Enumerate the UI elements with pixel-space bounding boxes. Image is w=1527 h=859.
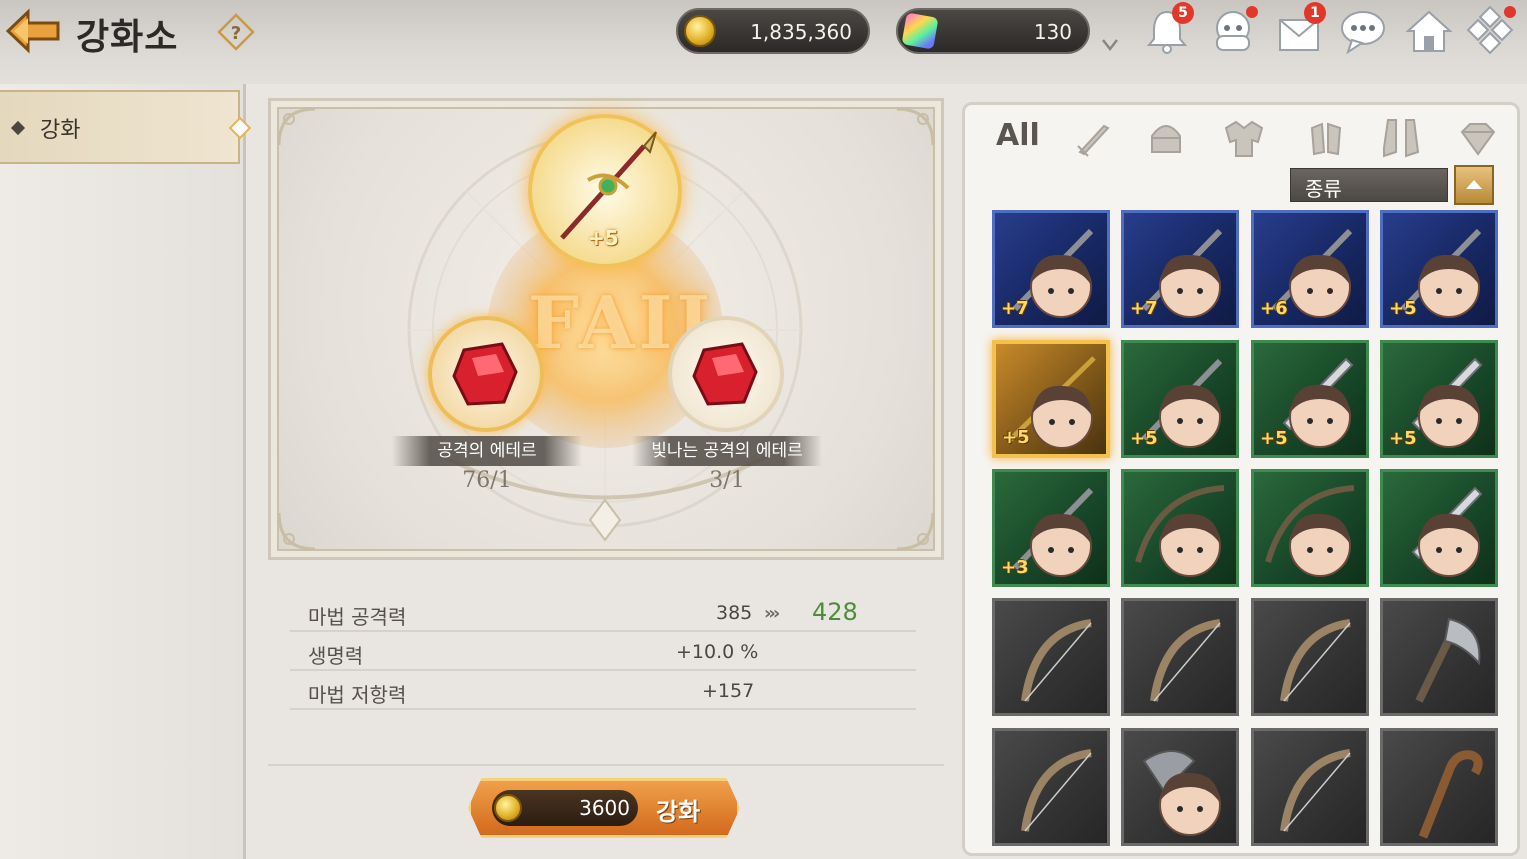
bow-icon [1021,619,1092,702]
inventory-item[interactable] [1251,598,1369,716]
red-gem-icon [452,342,518,406]
red-gem-icon [692,342,758,406]
divider [268,764,944,766]
inventory-item[interactable]: +7 [992,210,1110,328]
material-name: 빛나는 공격의 에테르 [632,436,822,466]
bow-icon [1150,619,1221,702]
item-level: +6 [1260,298,1288,319]
stat-current-value: 385 [716,602,753,624]
inventory-item[interactable] [992,728,1110,846]
inventory-item[interactable] [1121,728,1239,846]
sort-order-button[interactable] [1454,165,1494,205]
helmet-icon[interactable] [1140,116,1192,160]
item-level: +5 [1389,428,1417,449]
axe-hero-portrait-icon [1142,750,1221,836]
stat-current-value: +157 [702,680,755,702]
item-level: +7 [1130,298,1158,319]
bow-icon [1280,619,1351,702]
stat-current-value: +10.0 % [676,641,759,663]
item-level: +7 [1001,298,1029,319]
boots-icon[interactable] [1376,116,1428,160]
item-level: +5 [1260,428,1288,449]
material-slot-shining-aether[interactable] [668,316,784,432]
bow-icon [1021,749,1092,832]
sword-hero-portrait-icon [1411,486,1483,577]
armor-icon[interactable] [1218,116,1270,160]
inventory-item[interactable]: +5 [1380,340,1498,458]
material-name: 공격의 에테르 [392,436,582,466]
sort-label: 종류 [1305,177,1342,201]
inventory-item[interactable]: +5 [1251,340,1369,458]
inventory-item[interactable]: +3 [992,469,1110,587]
inventory-item[interactable] [992,598,1110,716]
inventory-item[interactable]: +5 [992,340,1110,458]
item-level: +5 [1002,427,1030,448]
item-level: +3 [1001,557,1029,578]
inventory-item[interactable]: +5 [1121,340,1239,458]
gem-icon[interactable] [1452,116,1504,160]
stat-name: 마법 저항력 [308,683,407,707]
sort-dropdown[interactable]: 종류 [1290,168,1448,202]
inventory-item[interactable] [1380,469,1498,587]
stat-name: 생명력 [308,644,364,668]
enhance-cost: 3600 [579,796,630,820]
item-level: +5 [1130,428,1158,449]
inventory-item[interactable] [1251,469,1369,587]
item-level: +5 [1389,298,1417,319]
inventory-item[interactable] [1121,469,1239,587]
material-slot-aether[interactable] [428,316,544,432]
material-count: 3/1 [709,468,745,493]
inventory-item[interactable] [1121,598,1239,716]
tab-all[interactable]: All [996,118,1040,153]
axe-icon [1415,617,1481,703]
weapon-sword-icon[interactable] [1066,116,1118,160]
staff-icon [1418,750,1483,839]
inventory-item[interactable] [1251,728,1369,846]
inventory-item[interactable]: +5 [1380,210,1498,328]
inventory-item[interactable]: +7 [1121,210,1239,328]
equipment-level: +5 [588,226,619,250]
material-count: 76/1 [462,468,512,493]
inventory-item[interactable] [1380,728,1498,846]
chevron-up-icon [1466,180,1482,189]
inventory-item[interactable]: +6 [1251,210,1369,328]
crossbow-hero-portrait-icon [1265,485,1355,577]
bow-icon [1280,749,1351,832]
stat-row: 마법 공격력 385 ››› 428 [290,594,916,632]
stat-row: 마법 저항력 +157 [290,672,916,710]
upgrade-arrows-icon: ››› [764,603,780,624]
enhance-button-label[interactable]: 강화 [656,792,700,827]
stat-row: 생명력 +10.0 % [290,633,916,671]
gloves-icon[interactable] [1300,116,1352,160]
stat-name: 마법 공격력 [308,605,407,629]
bow-hero-portrait-icon [1135,485,1225,577]
stat-next-value: 428 [812,598,858,626]
inventory-item[interactable] [1380,598,1498,716]
gold-coin-icon [494,794,522,822]
